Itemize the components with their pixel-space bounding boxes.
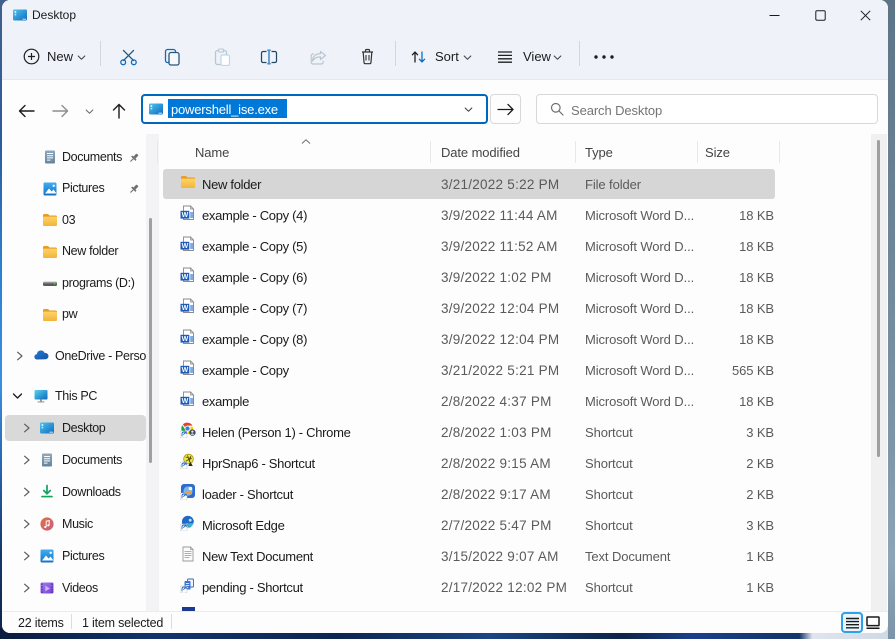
svg-text:W: W [182,305,189,312]
svg-text:W: W [182,336,189,343]
svg-text:W: W [182,274,189,281]
svg-text:W: W [182,243,189,250]
svg-text:W: W [182,398,189,405]
svg-text:W: W [182,212,189,219]
svg-text:W: W [182,367,189,374]
